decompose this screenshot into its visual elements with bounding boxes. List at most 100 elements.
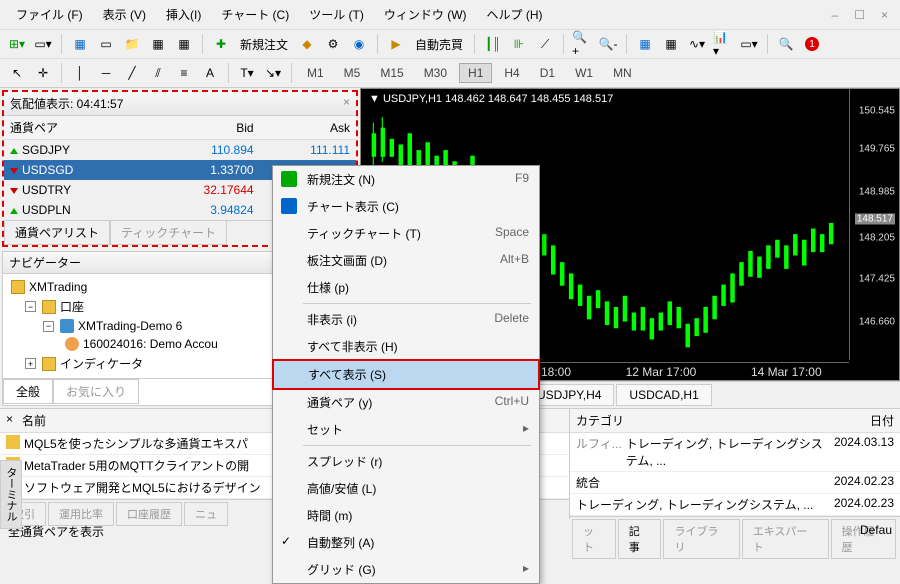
options-icon[interactable]: ⚙ — [322, 33, 344, 55]
menu-insert[interactable]: 挿入(I) — [158, 4, 209, 25]
ctx-item[interactable]: セット▸ — [273, 416, 539, 443]
new-order-button[interactable]: 新規注文 — [236, 36, 292, 53]
market-watch-icon[interactable]: ▦ — [69, 33, 91, 55]
navigator-icon[interactable]: 📁 — [121, 33, 143, 55]
person-icon — [65, 337, 79, 351]
collapse-icon[interactable]: − — [25, 301, 36, 312]
cursor-icon[interactable]: ↖ — [6, 62, 28, 84]
down-arrow-icon — [10, 168, 18, 174]
tf-m5[interactable]: M5 — [336, 64, 369, 82]
indicators-icon[interactable]: ∿▾ — [686, 33, 708, 55]
main-toolbar: ⊞▾ ▭▾ ▦ ▭ 📁 ▦ ▦ ✚ 新規注文 ◆ ⚙ ◉ ▶ 自動売買 ┃║ ⊪… — [0, 30, 900, 59]
col-ask[interactable]: Ask — [260, 116, 356, 140]
tf-h1[interactable]: H1 — [459, 63, 492, 83]
ctx-item[interactable]: 時間 (m) — [273, 502, 539, 529]
autotrade-icon[interactable]: ▶ — [385, 33, 407, 55]
terminal-tab-history[interactable]: 口座履歴 — [116, 502, 182, 526]
quote-row[interactable]: SGDJPY 110.894 111.111 — [4, 140, 356, 161]
ctx-item[interactable]: ティックチャート (T)Space — [273, 220, 539, 247]
ctx-item[interactable]: 板注文画面 (D)Alt+B — [273, 247, 539, 274]
menu-tools[interactable]: ツール (T) — [301, 4, 372, 25]
tf-m15[interactable]: M15 — [372, 64, 411, 82]
ctx-item[interactable]: 自動整列 (A)✓ — [273, 529, 539, 556]
tf-m30[interactable]: M30 — [416, 64, 455, 82]
zoom-out-icon[interactable]: 🔍- — [597, 33, 619, 55]
menu-chart[interactable]: チャート (C) — [213, 4, 297, 25]
zoom-in-icon[interactable]: 🔍+ — [571, 33, 593, 55]
ctx-item[interactable]: すべて表示 (S) — [272, 359, 540, 390]
article-row[interactable]: 統合2024.02.23 — [570, 472, 900, 494]
nav-tab-common[interactable]: 全般 — [3, 379, 53, 404]
fullscreen-icon[interactable]: ◉ — [348, 33, 370, 55]
close-icon[interactable]: × — [877, 8, 892, 22]
ctx-item[interactable]: グリッド (G)▸ — [273, 556, 539, 583]
ctx-item[interactable]: 高値/安値 (L) — [273, 475, 539, 502]
ctx-item[interactable]: 新規注文 (N)F9 — [273, 166, 539, 193]
new-order-icon[interactable]: ✚ — [210, 33, 232, 55]
meta-editor-icon[interactable]: ◆ — [296, 33, 318, 55]
terminal-tab-experts[interactable]: エキスパート — [742, 519, 829, 559]
menu-help[interactable]: ヘルプ (H) — [479, 4, 551, 25]
nav-tab-favorites[interactable]: お気に入り — [53, 379, 139, 404]
ctx-item[interactable]: すべて非表示 (H) — [273, 333, 539, 360]
data-window-icon[interactable]: ▭ — [95, 33, 117, 55]
terminal-tab[interactable]: ット — [572, 519, 616, 559]
tf-d1[interactable]: D1 — [532, 64, 563, 82]
tab-symbols[interactable]: 通貨ペアリスト — [4, 221, 110, 245]
channel-icon[interactable]: ⫽ — [147, 62, 169, 84]
trendline-icon[interactable]: ╱ — [121, 62, 143, 84]
terminal-label[interactable]: ターミナル — [0, 460, 22, 529]
candle-chart-icon[interactable]: ⊪ — [508, 33, 530, 55]
vline-icon[interactable]: │ — [69, 62, 91, 84]
line-chart-icon[interactable]: ⟋ — [534, 33, 556, 55]
profiles-icon[interactable]: ▭▾ — [32, 33, 54, 55]
menu-view[interactable]: 表示 (V) — [95, 4, 154, 25]
expand-icon[interactable]: + — [25, 358, 36, 369]
col-symbol[interactable]: 通貨ペア — [4, 116, 144, 140]
ctx-item[interactable]: 通貨ペア (y)Ctrl+U — [273, 389, 539, 416]
terminal-icon[interactable]: ▦ — [147, 33, 169, 55]
menu-file[interactable]: ファイル (F) — [8, 4, 91, 25]
periods-icon[interactable]: 📊▾ — [712, 33, 734, 55]
tab-tick-chart[interactable]: ティックチャート — [110, 221, 227, 245]
ctx-item[interactable]: 仕様 (p) — [273, 274, 539, 301]
article-row[interactable]: トレーディング, トレーディングシステム, ...2024.02.23 — [570, 494, 900, 516]
terminal-tab-news[interactable]: ニュ — [184, 502, 228, 526]
status-right: Defau — [860, 523, 892, 540]
panel-close-icon[interactable]: × — [343, 95, 350, 112]
tf-mn[interactable]: MN — [605, 64, 640, 82]
strategy-tester-icon[interactable]: ▦ — [173, 33, 195, 55]
bar-chart-icon[interactable]: ┃║ — [482, 33, 504, 55]
terminal-tab-articles[interactable]: 記事 — [618, 519, 662, 559]
collapse-icon[interactable]: − — [43, 321, 54, 332]
folder-icon — [42, 357, 56, 371]
panel-close-icon[interactable]: × — [0, 409, 16, 432]
autotrade-button[interactable]: 自動売買 — [411, 36, 467, 53]
chart-shift-icon[interactable]: ▦ — [660, 33, 682, 55]
tf-h4[interactable]: H4 — [496, 64, 527, 82]
drawing-toolbar: ↖ ✛ │ ─ ╱ ⫽ ≡ A T▾ ↘▾ M1 M5 M15 M30 H1 H… — [0, 59, 900, 88]
hline-icon[interactable]: ─ — [95, 62, 117, 84]
search-icon[interactable]: 🔍 — [775, 33, 797, 55]
alerts-icon[interactable]: 1 — [801, 33, 823, 55]
article-row[interactable]: ルフィ...トレーディング, トレーディングシステム, ...2024.03.1… — [570, 433, 900, 472]
menu-window[interactable]: ウィンドウ (W) — [376, 4, 475, 25]
text-icon[interactable]: A — [199, 62, 221, 84]
terminal-tab-library[interactable]: ライブラリ — [663, 519, 739, 559]
tf-m1[interactable]: M1 — [299, 64, 332, 82]
autoscroll-icon[interactable]: ▦ — [634, 33, 656, 55]
minimize-icon[interactable]: – — [828, 8, 843, 22]
tf-w1[interactable]: W1 — [567, 64, 601, 82]
maximize-icon[interactable]: ☐ — [850, 8, 869, 22]
ctx-item[interactable]: 非表示 (i)Delete — [273, 306, 539, 333]
fibo-icon[interactable]: ≡ — [173, 62, 195, 84]
crosshair-icon[interactable]: ✛ — [32, 62, 54, 84]
col-bid[interactable]: Bid — [144, 116, 259, 140]
col-name[interactable]: 名前 — [16, 409, 52, 432]
new-chart-icon[interactable]: ⊞▾ — [6, 33, 28, 55]
arrow-icon[interactable]: ↘▾ — [262, 62, 284, 84]
ctx-item[interactable]: スプレッド (r) — [273, 448, 539, 475]
label-icon[interactable]: T▾ — [236, 62, 258, 84]
templates-icon[interactable]: ▭▾ — [738, 33, 760, 55]
ctx-item[interactable]: チャート表示 (C) — [273, 193, 539, 220]
